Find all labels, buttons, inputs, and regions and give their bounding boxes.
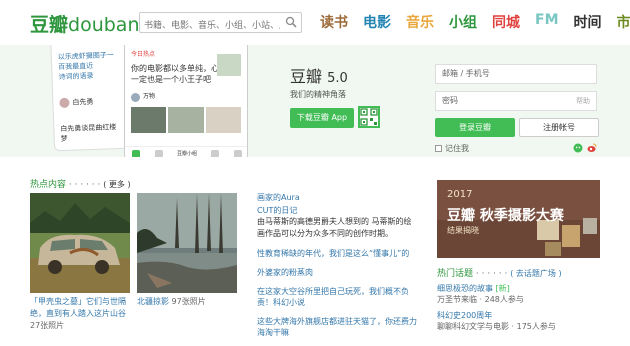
phone1-thumb bbox=[93, 148, 124, 151]
avatar bbox=[59, 98, 69, 108]
nav-item[interactable]: 电影 bbox=[363, 12, 391, 32]
phone1-line1: 以乐虎虾摄图子一百我最直近 bbox=[58, 50, 121, 72]
nav-item[interactable]: 同城 bbox=[492, 12, 520, 32]
topics-title-text: 热门话题 bbox=[437, 269, 473, 279]
car-wreck-image bbox=[30, 193, 130, 293]
search-icon[interactable] bbox=[285, 16, 297, 28]
photo-caption-text[interactable]: 北疆掠影 bbox=[137, 297, 169, 306]
download-app-button[interactable]: 下载豆瓣 App bbox=[290, 108, 354, 128]
article-title[interactable]: 在这家大空谷所里把自己玩死，我们概不负责！科幻小说 bbox=[257, 286, 417, 308]
topic-title[interactable]: 科幻史200周年 bbox=[437, 310, 556, 321]
login-button[interactable]: 登录豆瓣 bbox=[435, 118, 515, 137]
topics-square-link[interactable]: ( 去话题广场 ) bbox=[510, 269, 561, 278]
article-item[interactable]: CUT的日记 由马蒂斯的高德男爵夫人想到的 马蒂斯的绘画作品可以分为众多不同的创… bbox=[257, 205, 417, 240]
qr-code-icon[interactable] bbox=[358, 106, 380, 128]
topic-meta: 聊聊科幻文学与电影 · 175人参与 bbox=[437, 321, 556, 332]
topic-item[interactable]: 细思极恐的故事 [新] 万圣节来临 · 248人参与 bbox=[437, 283, 524, 305]
article-title[interactable]: 外婆家的粉蒸肉 bbox=[257, 267, 417, 278]
register-button[interactable]: 注册帐号 bbox=[519, 118, 599, 137]
app-name: 豆瓣 5.0 bbox=[290, 63, 348, 87]
nav-item[interactable]: 市集 bbox=[617, 12, 630, 32]
photo-beetle-graveyard[interactable] bbox=[30, 193, 130, 293]
avatar bbox=[131, 93, 140, 102]
password-field[interactable]: 密码 帮助 bbox=[435, 91, 597, 111]
photo-count: 97张照片 bbox=[172, 297, 206, 306]
article-item[interactable]: 在这家大空谷所里把自己玩死，我们概不负责！科幻小说 bbox=[257, 286, 417, 308]
topics-title-dots: · · · · · · bbox=[476, 269, 507, 279]
book-icon bbox=[155, 150, 163, 158]
top-header: 豆瓣douban 读书电影音乐小组同城 FM 时间市集 bbox=[0, 0, 630, 45]
phone-mockup-right: 今日热点 你的电影都以多单纯，心里 一定也是一个小王子吧 万物 豆瓣小组 bbox=[124, 45, 248, 157]
phone2-thumb bbox=[168, 107, 203, 133]
app-slogan: 我们的精神角落 bbox=[290, 89, 346, 100]
ad-title: 豆瓣 秋季摄影大赛 bbox=[447, 205, 564, 225]
photo-northern-xinjiang[interactable] bbox=[137, 193, 237, 293]
phone2-thumb bbox=[131, 107, 166, 133]
account-placeholder: 邮箱 / 手机号 bbox=[442, 69, 490, 78]
nav-item[interactable]: 读书 bbox=[320, 12, 348, 32]
photo-caption[interactable]: 「甲壳虫之墓」它们与世隔绝，直到有人踏入这片山谷 27张照片 bbox=[30, 296, 130, 332]
article-item[interactable]: 外婆家的粉蒸肉 bbox=[257, 267, 417, 278]
ad-subtitle: 结果揭晓 bbox=[447, 225, 479, 236]
topic-title[interactable]: 细思极恐的故事 bbox=[437, 284, 493, 293]
market-icon bbox=[211, 150, 219, 158]
hot-topics-title: 热门话题 · · · · · · ( 去话题广场 ) bbox=[437, 266, 562, 279]
phone2-thumb bbox=[217, 54, 241, 76]
nav-item[interactable]: 音乐 bbox=[406, 12, 434, 32]
phone1-caption: 白先勇谈昆曲红楼梦 bbox=[54, 118, 129, 149]
article-title[interactable]: 性教育稀缺的年代，我们是这么“懂事儿”的 bbox=[257, 248, 417, 259]
ad-year: 2017 bbox=[447, 189, 472, 200]
topic-item[interactable]: 科幻史200周年 聊聊科幻文学与电影 · 175人参与 bbox=[437, 310, 556, 332]
app-version: 5.0 bbox=[327, 71, 348, 86]
photo-caption-text[interactable]: 「甲壳虫之墓」它们与世隔绝，直到有人踏入这片山谷 bbox=[30, 297, 126, 318]
photo-contest-ad[interactable]: 2017 豆瓣 秋季摄影大赛 结果揭晓 bbox=[437, 180, 600, 258]
remember-checkbox[interactable] bbox=[435, 145, 442, 152]
photo-caption[interactable]: 北疆掠影 97张照片 bbox=[137, 296, 237, 308]
phone1-thumb bbox=[61, 149, 92, 151]
article-list: 画家的Aura CUT的日记 由马蒂斯的高德男爵夫人想到的 马蒂斯的绘画作品可以… bbox=[257, 192, 417, 346]
wechat-icon[interactable] bbox=[573, 143, 583, 153]
help-link[interactable]: 帮助 bbox=[576, 92, 590, 110]
article-title[interactable]: 这些大牌海外旗舰店都进驻天猫了，你还费力海淘干嘛 bbox=[257, 316, 417, 338]
main-nav: 读书电影音乐小组同城 FM 时间市集 bbox=[320, 12, 630, 32]
nav-item[interactable]: 时间 bbox=[574, 12, 602, 32]
article-title[interactable]: CUT的日记 bbox=[257, 205, 417, 216]
article-item[interactable]: 画家的Aura bbox=[257, 192, 417, 203]
nav-item[interactable]: FM bbox=[535, 12, 559, 32]
home-icon bbox=[132, 150, 140, 158]
nav-item[interactable]: 小组 bbox=[449, 12, 477, 32]
hot-title-text: 热点内容 bbox=[30, 180, 66, 190]
topic-meta: 万圣节来临 · 248人参与 bbox=[437, 294, 524, 305]
logo-en: douban bbox=[68, 14, 139, 36]
phone-mockup-left: 以乐虎虾摄图子一百我最直近 诗词的语录 白先勇 白先勇谈昆曲红楼梦 bbox=[50, 45, 130, 151]
article-item[interactable]: 这些大牌海外旗舰店都进驻天猫了，你还费力海淘干嘛 bbox=[257, 316, 417, 338]
forest-lake-image bbox=[137, 193, 237, 293]
login-form: 邮箱 / 手机号 密码 帮助 登录豆瓣 注册帐号 记住我 bbox=[435, 64, 599, 154]
phone1-user: 白先勇 bbox=[72, 97, 93, 108]
new-badge: [新] bbox=[496, 284, 510, 293]
article-title[interactable]: 画家的Aura bbox=[257, 192, 417, 203]
app-name-text: 豆瓣 bbox=[290, 67, 322, 86]
article-item[interactable]: 性教育稀缺的年代，我们是这么“懂事儿”的 bbox=[257, 248, 417, 259]
password-placeholder: 密码 bbox=[442, 96, 458, 105]
phone1-line2: 诗词的语录 bbox=[58, 70, 120, 82]
article-desc: 由马蒂斯的高德男爵夫人想到的 马蒂斯的绘画作品可以分为众多不同的创作时期。 bbox=[257, 216, 417, 240]
douban-logo[interactable]: 豆瓣douban bbox=[30, 10, 140, 37]
hot-more-link[interactable]: ( 更多 ) bbox=[103, 180, 130, 189]
hot-title-dots: · · · · · · bbox=[69, 180, 100, 190]
search-box[interactable] bbox=[139, 12, 302, 33]
weibo-icon[interactable] bbox=[587, 143, 597, 153]
hot-content-title: 热点内容 · · · · · · ( 更多 ) bbox=[30, 177, 131, 190]
phone2-thumb bbox=[206, 107, 241, 133]
logo-cn: 豆瓣 bbox=[30, 14, 68, 36]
photo-count: 27张照片 bbox=[30, 321, 64, 330]
remember-label: 记住我 bbox=[445, 143, 469, 154]
search-input[interactable] bbox=[140, 17, 280, 36]
profile-icon bbox=[234, 150, 242, 158]
account-field[interactable]: 邮箱 / 手机号 bbox=[435, 64, 597, 84]
phone2-bottom: 豆瓣小组 bbox=[177, 149, 197, 158]
phone2-user: 万物 bbox=[143, 92, 155, 102]
